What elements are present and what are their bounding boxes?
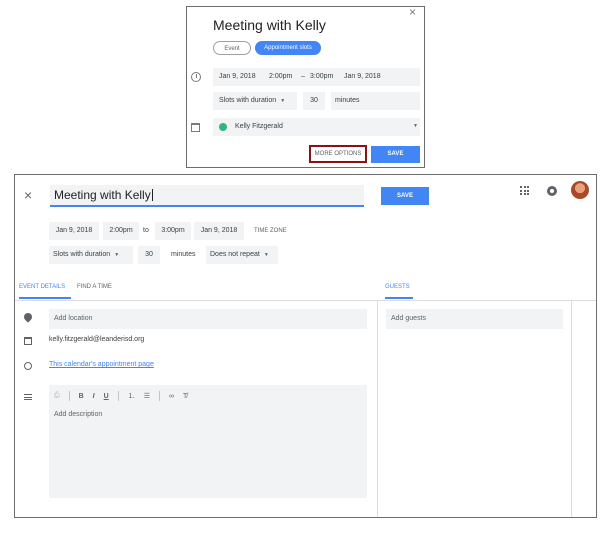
repeat-label: Does not repeat <box>210 251 260 258</box>
calendar-select[interactable]: Kelly Fitzgerald ▼ <box>213 118 420 136</box>
calendar-owner-email: kelly.fitzgerald@leanderisd.org <box>49 336 145 343</box>
toolbar-separator <box>68 391 70 401</box>
text-cursor <box>151 189 153 201</box>
guests-placeholder: Add guests <box>391 315 427 322</box>
tab-event-details[interactable]: EVENT DETAILS <box>19 284 65 290</box>
event-editor: × Meeting with Kelly SAVE Jan 9, 2018 2:… <box>14 174 597 518</box>
slots-duration-label: Slots with duration <box>219 97 277 104</box>
attachment-icon[interactable]: ⎙ <box>54 392 60 400</box>
minutes-label: minutes <box>171 251 196 258</box>
chevron-down-icon: ▼ <box>280 98 286 104</box>
numbered-list-icon[interactable]: ⒈ <box>128 391 135 401</box>
close-icon[interactable]: × <box>409 5 416 19</box>
save-button[interactable]: SAVE <box>371 146 420 163</box>
slots-duration-dropdown[interactable]: Slots with duration ▼ <box>213 92 297 110</box>
format-toolbar: ⎙ B I U ⒈ ☰ ∞ T̸ <box>54 389 187 403</box>
dialog-title[interactable]: Meeting with Kelly <box>213 17 326 33</box>
divider <box>377 301 378 517</box>
slots-row: Slots with duration ▼ 30 minutes <box>213 92 420 110</box>
appointment-page-link[interactable]: This calendar's appointment page <box>49 361 154 368</box>
guests-tab-indicator <box>385 297 413 299</box>
description-placeholder: Add description <box>54 411 103 418</box>
calendar-icon <box>191 123 200 132</box>
clock-icon <box>191 72 201 82</box>
bold-icon[interactable]: B <box>79 393 84 400</box>
location-pin-icon <box>22 311 34 323</box>
start-date[interactable]: Jan 9, 2018 <box>219 73 256 80</box>
start-time[interactable]: 2:00pm <box>269 73 292 80</box>
minutes-label: minutes <box>331 92 420 110</box>
toolbar-separator <box>117 391 119 401</box>
end-date[interactable]: Jan 9, 2018 <box>194 222 244 240</box>
tab-guests[interactable]: GUESTS <box>385 284 410 290</box>
underline-icon[interactable]: U <box>104 393 109 400</box>
start-date[interactable]: Jan 9, 2018 <box>49 222 99 240</box>
calendar-color-dot <box>219 123 227 131</box>
bulleted-list-icon[interactable]: ☰ <box>144 392 150 400</box>
divider <box>571 301 572 517</box>
end-time[interactable]: 3:00pm <box>155 222 191 240</box>
globe-icon <box>24 362 32 370</box>
description-editor[interactable]: ⎙ B I U ⒈ ☰ ∞ T̸ Add description <box>49 385 367 498</box>
save-button[interactable]: SAVE <box>381 187 429 205</box>
description-icon <box>24 394 32 400</box>
duration-input[interactable]: 30 <box>138 246 160 264</box>
apps-grid-icon[interactable] <box>520 186 529 195</box>
notifications-icon[interactable] <box>547 186 557 196</box>
divider <box>15 300 596 301</box>
appointment-slots-chip[interactable]: Appointment slots <box>255 41 321 55</box>
active-tab-indicator <box>19 297 71 299</box>
event-type-chip[interactable]: Event <box>213 41 251 55</box>
chevron-down-icon: ▼ <box>263 252 269 258</box>
slots-duration-label: Slots with duration <box>53 251 111 258</box>
close-icon[interactable]: × <box>24 187 32 203</box>
end-time[interactable]: 3:00pm <box>310 73 333 80</box>
title-input[interactable]: Meeting with Kelly <box>50 185 364 207</box>
more-options-button[interactable]: MORE OPTIONS <box>309 145 367 163</box>
link-icon[interactable]: ∞ <box>169 393 174 400</box>
avatar[interactable] <box>571 181 589 199</box>
time-zone-link[interactable]: TIME ZONE <box>254 222 287 240</box>
chevron-down-icon: ▼ <box>413 123 418 129</box>
calendar-name: Kelly Fitzgerald <box>235 123 283 130</box>
end-date[interactable]: Jan 9, 2018 <box>344 73 381 80</box>
duration-input[interactable]: 30 <box>303 92 325 110</box>
tab-find-a-time[interactable]: FIND A TIME <box>77 284 112 290</box>
title-text: Meeting with Kelly <box>54 188 153 202</box>
slots-duration-dropdown[interactable]: Slots with duration ▼ <box>49 246 133 264</box>
guests-input[interactable]: Add guests <box>386 309 563 329</box>
chevron-down-icon: ▼ <box>114 252 120 258</box>
repeat-dropdown[interactable]: Does not repeat ▼ <box>206 246 278 264</box>
time-dash: – <box>301 73 305 80</box>
toolbar-separator <box>158 391 160 401</box>
start-time[interactable]: 2:00pm <box>103 222 139 240</box>
italic-icon[interactable]: I <box>93 393 95 400</box>
clear-format-icon[interactable]: T̸ <box>183 393 187 400</box>
to-label: to <box>143 227 149 234</box>
location-placeholder: Add location <box>54 315 93 322</box>
calendar-icon <box>24 337 32 345</box>
date-time-row: Jan 9, 2018 2:00pm – 3:00pm Jan 9, 2018 <box>213 68 420 86</box>
quick-create-dialog: × Meeting with Kelly Event Appointment s… <box>186 5 425 168</box>
title-value: Meeting with Kelly <box>54 188 151 202</box>
location-input[interactable]: Add location <box>49 309 367 329</box>
